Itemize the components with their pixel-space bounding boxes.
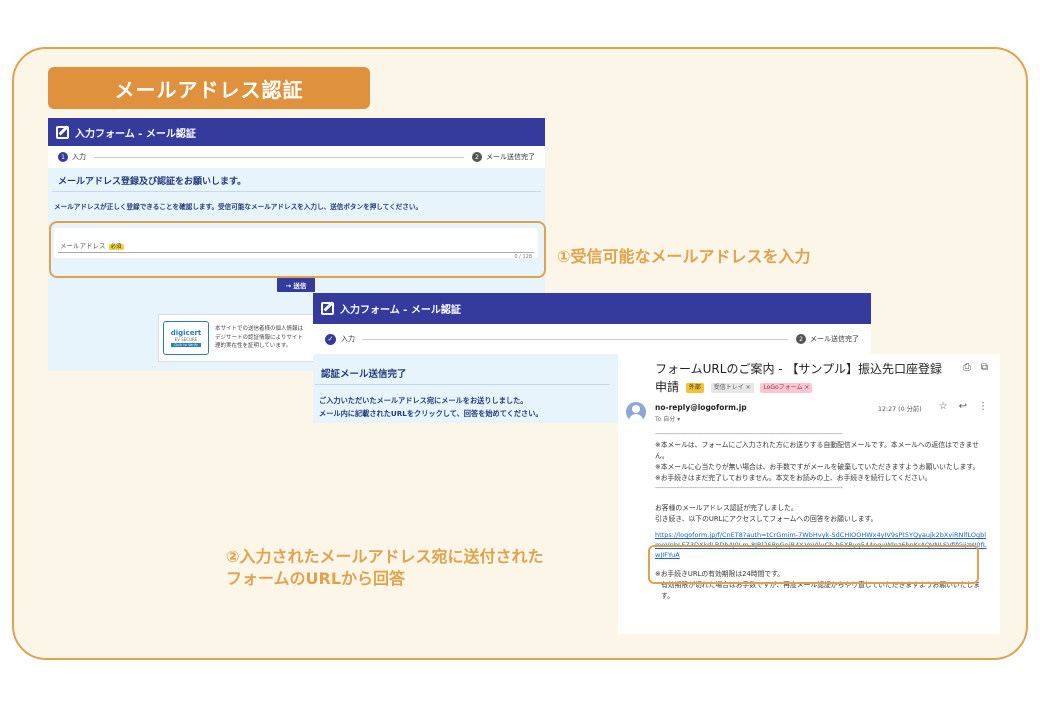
body-text: 引き続き、以下のURLにアクセスしてフォームへの回答をお願いします。 (655, 515, 878, 524)
step-input: 1 入力 (58, 152, 86, 162)
send-button[interactable]: → 送信 (277, 277, 315, 292)
url-highlight (648, 545, 979, 584)
star-icon[interactable]: ☆ (939, 401, 948, 412)
body-text: お客様のメールアドレス認証が完了しました。 (655, 504, 798, 513)
step-number: 2 (796, 334, 806, 344)
subject-actions: ⎙ ⧉ (963, 362, 988, 373)
step-input: ✓ 入力 (325, 333, 355, 345)
form-header: 入力フォーム - メール認証 (313, 293, 871, 324)
slide-title: メールアドレス認証 (48, 67, 370, 109)
print-icon[interactable]: ⎙ (963, 362, 971, 373)
timestamp: 12:27 (0 分前) (878, 406, 922, 413)
step-label: メール送信完了 (810, 335, 859, 343)
section-title: メールアドレス登録及び認証をお願いします。 (52, 168, 541, 192)
step-mail-sent: 2 メール送信完了 (796, 334, 859, 344)
mail-actions: ☆ ↩ ⋮ (939, 401, 988, 412)
digicert-name: digicert (170, 329, 202, 337)
step-number: 2 (472, 152, 482, 162)
step-mail-sent: 2 メール送信完了 (472, 152, 535, 162)
step-label: 入力 (72, 153, 86, 161)
edit-icon (321, 302, 334, 315)
notice-text: ※お手続きはまだ完了しておりません。本文をお読みの上、お手続きを続行してください… (655, 473, 932, 482)
tag-logoform[interactable]: LoGoフォーム × (760, 382, 813, 393)
email-field-highlight (49, 221, 546, 278)
form-header: 入力フォーム - メール認証 (48, 118, 545, 146)
callout-step2-line: フォームのURLから回答 (226, 568, 406, 588)
more-icon[interactable]: ⋮ (978, 401, 988, 412)
reply-icon[interactable]: ↩ (959, 401, 967, 412)
step-indicator: ✓ 入力 2 メール送信完了 (313, 324, 871, 354)
form-header-title: 入力フォーム - メール認証 (340, 305, 461, 316)
digicert-logo[interactable]: digicert EV SECURE Click to Verify (163, 321, 209, 355)
email-subject: フォームURLのご案内 - 【サンプル】振込先口座登録 申請 外部 受信トレイ … (655, 360, 955, 396)
step-divider (94, 156, 464, 158)
callout-step1: ①受信可能なメールアドレスを入力 (557, 247, 811, 266)
callout-step2: ②入力されたメールアドレス宛に送付された フォームのURLから回答 (226, 546, 544, 589)
digicert-text-line: 本サイトでの送信者様の個人情報は (215, 325, 304, 332)
sender-address: no-reply@logoform.jp (655, 403, 747, 412)
email-subject-line: フォームURLのご案内 - 【サンプル】振込先口座登録 (655, 362, 943, 376)
email-subject-line2: 申請 外部 受信トレイ × LoGoフォーム × (655, 378, 955, 396)
email-screenshot: フォームURLのご案内 - 【サンプル】振込先口座登録 申請 外部 受信トレイ … (618, 354, 1000, 634)
section-title: 認証メール送信完了 (315, 354, 610, 385)
digicert-seal[interactable]: digicert EV SECURE Click to Verify 本サイトで… (158, 314, 318, 362)
divider-line: ----------------------------------------… (655, 484, 843, 493)
divider-line: ----------------------------------------… (655, 430, 843, 438)
tag-inbox[interactable]: 受信トレイ × (710, 382, 754, 393)
digicert-verify-button[interactable]: Click to Verify (170, 343, 201, 347)
notice-text: ※本メールに心当たりが無い場合は、お手数ですがメールを破棄していただきますようお… (655, 462, 980, 471)
step-number: 1 (58, 152, 68, 162)
step-divider (363, 338, 788, 340)
check-icon: ✓ (325, 333, 336, 345)
step-label: メール送信完了 (486, 153, 535, 161)
digicert-text: 本サイトでの送信者様の個人情報は デジサートの認証情報によりサイト 理的実在性を… (215, 325, 303, 351)
email-subject-text: 申請 (655, 380, 680, 394)
avatar (626, 402, 646, 422)
step-indicator: 1 入力 2 メール送信完了 (48, 146, 545, 168)
digicert-text-line: 理的実在性を証明しています。 (215, 343, 292, 350)
recipient[interactable]: To 自分 ▾ (655, 414, 680, 423)
tag-external: 外部 (685, 382, 704, 393)
instruction-text: メールアドレスが正しく登録できることを確認します。受信可能なメールアドレスを入力… (54, 203, 423, 211)
edit-icon (56, 125, 69, 139)
form-header-title: 入力フォーム - メール認証 (75, 128, 196, 140)
step-label: 入力 (341, 335, 355, 343)
callout-step2-line: ②入力されたメールアドレス宛に送付された (226, 547, 544, 566)
digicert-sub: EV SECURE (174, 337, 198, 342)
digicert-text-line: デジサートの認証情報によりサイト (215, 334, 303, 341)
notice-text: ※本メールは、フォームにご入力された方にお送りする自動配信メールです。本メールへ… (655, 440, 979, 460)
open-new-window-icon[interactable]: ⧉ (981, 362, 988, 373)
